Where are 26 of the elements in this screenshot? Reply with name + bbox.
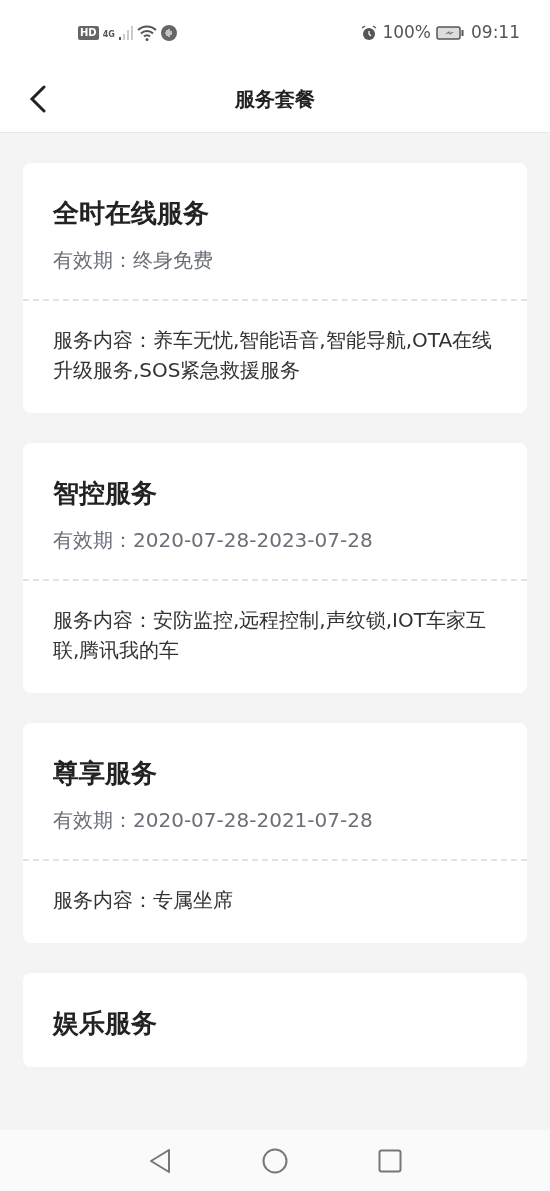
home-circle-icon [262,1147,288,1174]
service-content-text: 服务内容：养车无忧,智能语音,智能导航,OTA在线升级服务,SOS紧急救援服务 [53,327,494,384]
service-content-text: 服务内容：安防监控,远程控制,声纹锁,IOT车家互联,腾讯我的车 [53,607,487,664]
back-triangle-icon [148,1147,172,1174]
validity-text: 有效期：2020-07-28-2021-07-28 [53,807,374,834]
hd-icon: HD [78,25,99,40]
back-nav-button[interactable] [148,1147,172,1174]
package-title: 智控服务 [53,477,158,510]
back-icon [28,84,48,113]
alarm-icon [361,24,378,41]
recents-square-icon [378,1148,402,1173]
signal-icon [118,25,133,40]
wifi-icon [136,24,157,41]
package-title: 尊享服务 [53,757,158,790]
package-title: 全时在线服务 [53,197,210,230]
recents-nav-button[interactable] [378,1148,402,1173]
battery-charging-icon [436,25,464,40]
validity-text: 有效期：2020-07-28-2023-07-28 [53,527,374,554]
home-nav-button[interactable] [262,1147,288,1174]
clock-time: 09:11 [471,20,520,44]
page-title: 服务套餐 [235,85,315,113]
validity-text: 有效期：终身免费 [53,247,214,274]
service-content-text: 服务内容：专属坐席 [53,887,234,914]
battery-percentage: 100% [382,20,431,44]
package-title: 娱乐服务 [53,1007,158,1040]
network-type: 4G [102,28,115,41]
